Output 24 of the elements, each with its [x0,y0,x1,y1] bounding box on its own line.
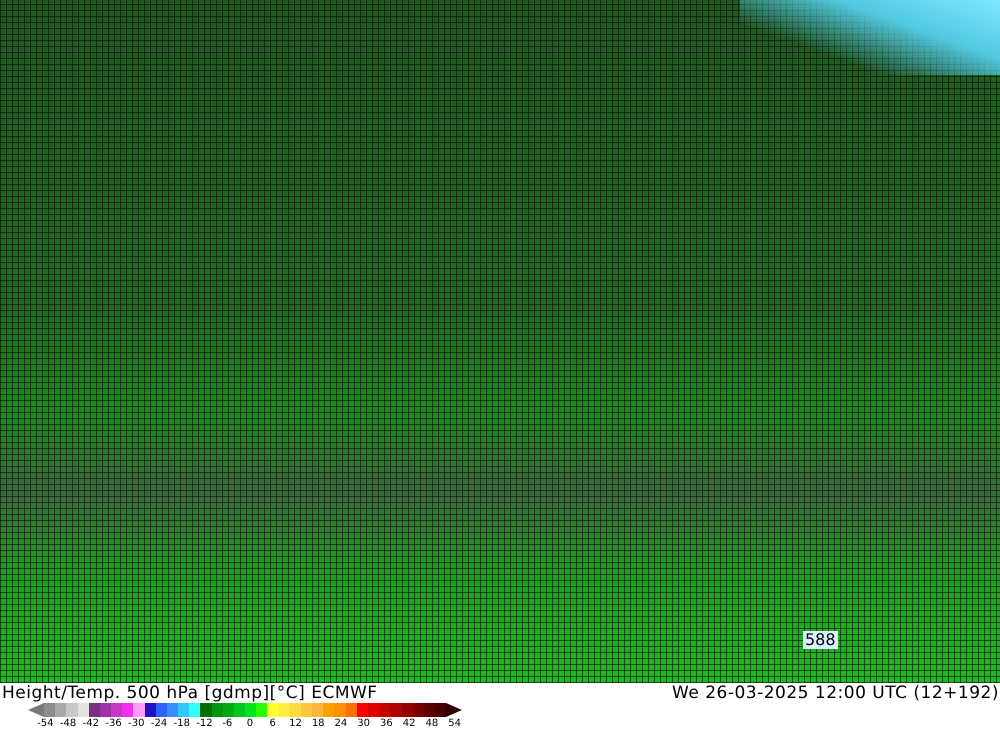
tick-label: 6 [270,718,276,729]
tick-label: -54 [37,718,54,729]
tick-label: 24 [334,718,348,729]
tick-label: -12 [196,718,213,729]
tick-label: 42 [402,718,416,729]
tick-label: -42 [82,718,99,729]
tick-label: 0 [246,718,254,729]
tick-label: 48 [425,718,438,729]
tick-label: -48 [60,718,76,729]
tick-label: 36 [380,718,393,729]
tick-label: 18 [312,718,325,729]
contour-label: 588 [803,631,838,649]
tick-label: -30 [128,718,144,729]
tick-label: -24 [150,718,168,729]
tick-label: -18 [174,718,190,729]
tick-label: -36 [105,718,122,729]
tick-label: 54 [448,718,461,729]
tick-label: 30 [357,718,370,729]
chart-title: Height/Temp. 500 hPa [gdmp][°C] ECMWF [2,683,378,703]
valid-time: We 26-03-2025 12:00 UTC (12+192) [672,683,999,703]
left-arrow-icon [28,703,44,717]
tick-label: 12 [289,718,302,729]
right-arrow-icon [446,703,462,717]
tick-label: -6 [222,718,232,729]
